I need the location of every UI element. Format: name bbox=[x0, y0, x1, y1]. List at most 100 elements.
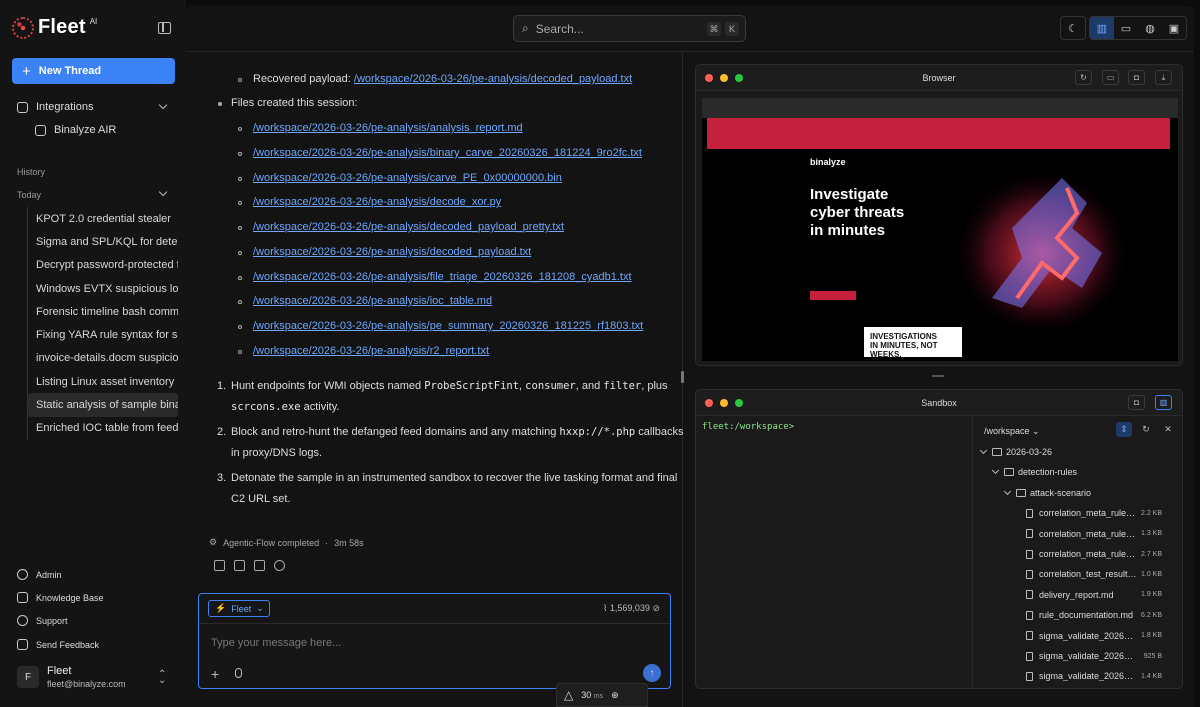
bell-off-icon[interactable]: ⊘ bbox=[652, 603, 660, 613]
new-thread-button[interactable]: + New Thread bbox=[12, 58, 175, 84]
logo[interactable]: Fleet AI bbox=[12, 16, 97, 39]
record-icon[interactable]: ▭ bbox=[1102, 70, 1119, 85]
send-button[interactable]: ↑ bbox=[643, 664, 661, 682]
send-feedback-link[interactable]: Send Feedback bbox=[17, 639, 99, 650]
camera-icon[interactable]: ◘ bbox=[1128, 395, 1145, 410]
tree-folder[interactable]: attack-scenario bbox=[973, 483, 1182, 503]
thumbs-up-icon[interactable] bbox=[234, 560, 245, 571]
banner-line: INVESTIGATIONS bbox=[870, 332, 937, 341]
folder-icon bbox=[992, 448, 1002, 456]
tree-file[interactable]: correlation_test_result… 1.0 KB bbox=[973, 564, 1182, 584]
plus-icon[interactable]: + bbox=[211, 666, 219, 682]
chevron-down-icon[interactable] bbox=[158, 187, 168, 197]
tree-folder[interactable]: 2026-03-26 bbox=[973, 442, 1182, 462]
tree-item-name: rule_documentation.md bbox=[1039, 610, 1134, 621]
history-item[interactable]: Windows EVTX suspicious logon bbox=[28, 277, 178, 300]
close-icon[interactable]: ✕ bbox=[1160, 422, 1176, 437]
resize-handle[interactable] bbox=[681, 371, 684, 383]
history-item[interactable]: invoice-details.docm suspicious macro bbox=[28, 347, 178, 370]
refresh-icon[interactable]: ↻ bbox=[1075, 70, 1092, 85]
user-menu[interactable]: F Fleet fleet@binalyze.com bbox=[17, 665, 126, 689]
layout-split-icon[interactable]: ▥ bbox=[1090, 17, 1114, 39]
file-link[interactable]: /workspace/2026-03-26/pe-analysis/decode… bbox=[253, 246, 531, 258]
code-inline: hxxp://*.php bbox=[559, 426, 636, 438]
crosshair-icon[interactable]: ⊕ bbox=[611, 690, 619, 701]
file-link[interactable]: /workspace/2026-03-26/pe-analysis/ioc_ta… bbox=[253, 295, 492, 307]
history-item[interactable]: Enriched IOC table from feed bbox=[28, 417, 178, 440]
thumbs-down-icon[interactable] bbox=[254, 560, 265, 571]
file-link[interactable]: /workspace/2026-03-26/pe-analysis/file_t… bbox=[253, 271, 632, 283]
chevron-down-icon[interactable] bbox=[158, 100, 168, 110]
message-composer: ⚡ Fleet ⌄ ⌇ 1,569,039 ⊘ Type your messag… bbox=[198, 593, 671, 689]
history-item[interactable]: Sigma and SPL/KQL for detection bbox=[28, 230, 178, 253]
panel-toggle-icon[interactable]: ▥ bbox=[1155, 395, 1172, 410]
file-size: 2.2 KB bbox=[1140, 509, 1162, 517]
chevron-down-icon[interactable] bbox=[979, 446, 988, 455]
agent-selector[interactable]: ⚡ Fleet ⌄ bbox=[208, 600, 270, 617]
history-item[interactable]: Listing Linux asset inventory bbox=[28, 370, 178, 393]
current-path: /workspace bbox=[984, 426, 1030, 436]
file-link[interactable]: /workspace/2026-03-26/pe-analysis/decode… bbox=[253, 221, 564, 233]
file-link[interactable]: /workspace/2026-03-26/pe-analysis/carve_… bbox=[253, 172, 562, 184]
folder-icon bbox=[1016, 488, 1026, 497]
tree-file[interactable]: delivery_report.md 1.9 KB bbox=[973, 585, 1182, 605]
file-link[interactable]: /workspace/2026-03-26/pe-analysis/binary… bbox=[253, 147, 642, 159]
file-size: 1.8 KB bbox=[1140, 632, 1162, 640]
history-list: KPOT 2.0 credential stealer Sigma and SP… bbox=[27, 207, 178, 440]
tree-file[interactable]: sigma_validate_20260… 925 B bbox=[973, 646, 1182, 666]
chevron-updown-icon[interactable]: ⌃ ⌄ bbox=[158, 670, 166, 686]
admin-link[interactable]: Admin bbox=[17, 569, 62, 580]
split-handle[interactable] bbox=[932, 375, 944, 377]
terminal[interactable]: fleet:/workspace> bbox=[696, 416, 972, 688]
history-item[interactable]: Forensic timeline bash commands bbox=[28, 300, 178, 323]
history-item[interactable]: Fixing YARA rule syntax for sample bbox=[28, 323, 178, 346]
tree-file[interactable]: sigma_validate_2026… 1.8 KB bbox=[973, 626, 1182, 646]
tree-file[interactable]: correlation_meta_rule… 2.7 KB bbox=[973, 544, 1182, 564]
integrations-section[interactable]: Integrations bbox=[17, 101, 93, 113]
terminal-icon[interactable]: ▣ bbox=[1162, 17, 1186, 39]
theme-toggle[interactable]: ☾ bbox=[1060, 16, 1086, 40]
collapse-all-icon[interactable]: ⇕ bbox=[1116, 422, 1132, 437]
chevron-down-icon[interactable] bbox=[1003, 487, 1012, 495]
file-link[interactable]: /workspace/2026-03-26/pe-analysis/analys… bbox=[253, 122, 523, 134]
bullet bbox=[238, 152, 242, 156]
chevron-down-icon[interactable] bbox=[991, 467, 1000, 475]
refresh-icon[interactable]: ↻ bbox=[1138, 422, 1154, 437]
integration-binalyze-air[interactable]: Binalyze AIR bbox=[35, 124, 116, 136]
lifebuoy-icon bbox=[17, 615, 28, 626]
file-link[interactable]: /workspace/2026-03-26/pe-analysis/pe_sum… bbox=[253, 320, 643, 332]
sidebar-toggle-icon[interactable] bbox=[158, 22, 171, 34]
code-inline: consumer bbox=[525, 380, 576, 392]
tree-file[interactable]: correlation_meta_rule… 2.2 KB bbox=[973, 503, 1182, 523]
cta-button[interactable] bbox=[810, 291, 856, 300]
refresh-icon[interactable] bbox=[274, 560, 285, 571]
camera-icon[interactable]: ◘ bbox=[1128, 70, 1145, 85]
workflow-icon: ⚙ bbox=[209, 537, 218, 547]
microphone-icon[interactable] bbox=[235, 668, 242, 678]
file-link[interactable]: /workspace/2026-03-26/pe-analysis/decode… bbox=[253, 196, 501, 208]
tree-folder[interactable]: detection-rules bbox=[973, 462, 1182, 482]
search-input[interactable]: ⌕ Search... ⌘ K bbox=[513, 15, 746, 42]
path-selector[interactable]: /workspace ⌄ bbox=[984, 426, 1040, 437]
history-item-active[interactable]: Static analysis of sample binary bbox=[28, 393, 178, 417]
browser-viewport[interactable]: binalyze Investigate cyber threats in mi… bbox=[702, 98, 1178, 361]
file-link[interactable]: /workspace/2026-03-26/pe-analysis/r2_rep… bbox=[253, 345, 489, 357]
moon-icon[interactable]: ☾ bbox=[1061, 17, 1085, 39]
history-item[interactable]: KPOT 2.0 credential stealer bbox=[28, 207, 178, 230]
integration-label: Binalyze AIR bbox=[54, 124, 117, 136]
chat-icon[interactable]: ▭ bbox=[1114, 17, 1138, 39]
step-text: activity. bbox=[300, 401, 340, 413]
tree-file[interactable]: sigma_validate_2026… 1.4 KB bbox=[973, 666, 1182, 686]
tree-file[interactable]: rule_documentation.md 6.2 KB bbox=[973, 605, 1182, 625]
file-link[interactable]: /workspace/2026-03-26/pe-analysis/decode… bbox=[354, 73, 632, 85]
copy-icon[interactable] bbox=[214, 560, 225, 571]
support-link[interactable]: Support bbox=[17, 615, 68, 626]
history-item[interactable]: Decrypt password-protected files bbox=[28, 254, 178, 277]
knowledge-base-link[interactable]: Knowledge Base bbox=[17, 592, 104, 603]
step-3-line-1: Detonate the sample in an instrumented s… bbox=[231, 472, 678, 484]
tree-file[interactable]: correlation_meta_rule… 1.3 KB bbox=[973, 524, 1182, 544]
download-icon[interactable]: ⤓ bbox=[1155, 70, 1172, 85]
message-input[interactable]: Type your message here... bbox=[211, 637, 341, 649]
globe-icon[interactable]: ◍ bbox=[1138, 17, 1162, 39]
send-feedback-label: Send Feedback bbox=[36, 639, 100, 650]
